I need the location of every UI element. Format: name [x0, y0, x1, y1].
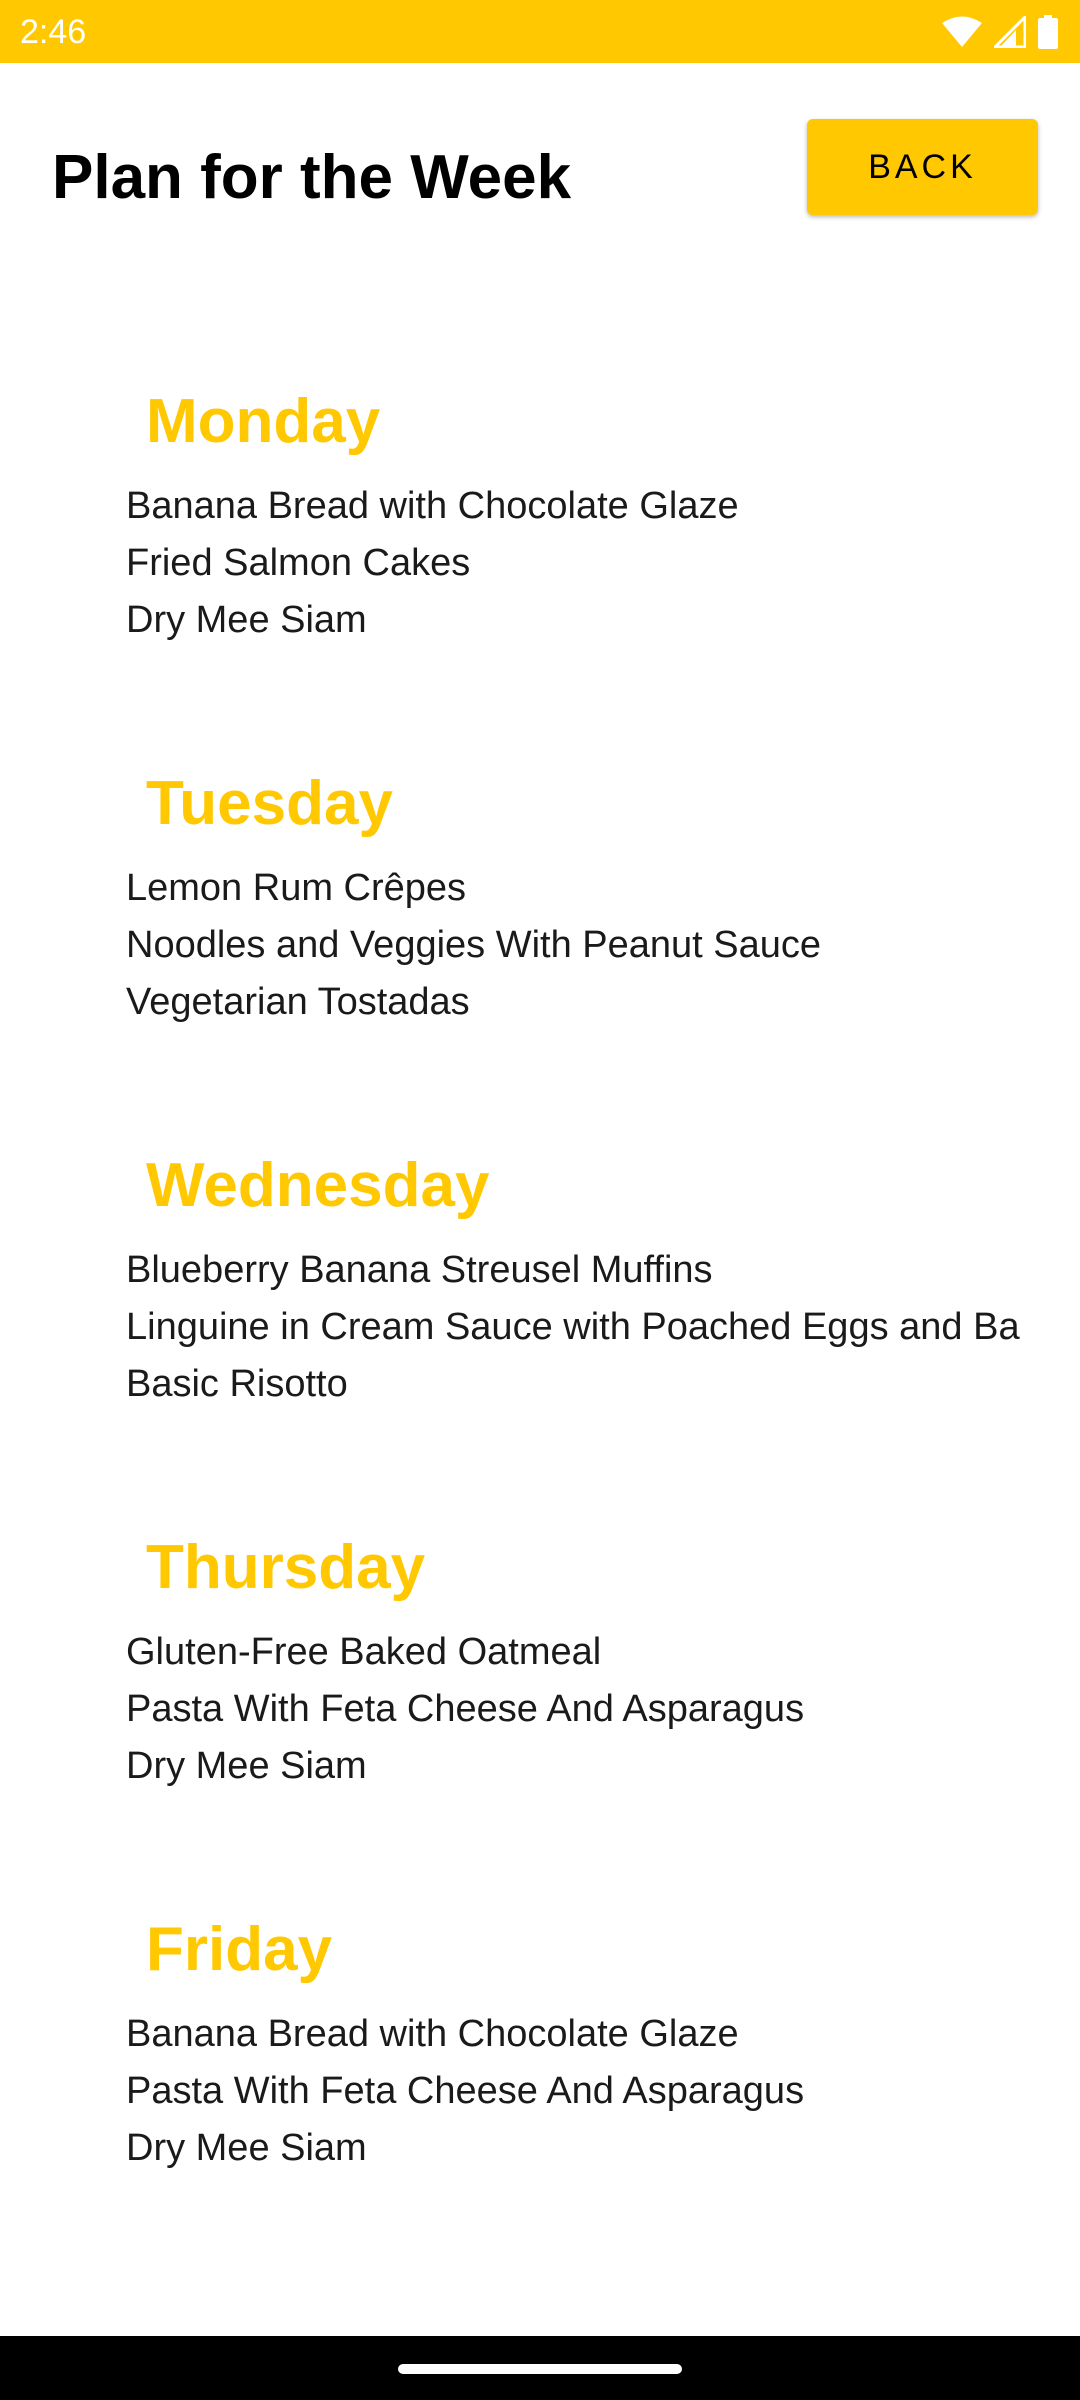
- meal-item: Linguine in Cream Sauce with Poached Egg…: [126, 1306, 1020, 1348]
- day-section-friday: Friday Banana Bread with Chocolate Glaze…: [0, 1912, 1080, 2212]
- page-title: Plan for the Week: [52, 143, 572, 212]
- meal-list: Blueberry Banana Streusel Muffins Lingui…: [126, 1242, 1020, 1413]
- day-heading: Friday: [146, 1915, 333, 1984]
- signal-icon: [994, 16, 1026, 48]
- meal-item: Dry Mee Siam: [126, 599, 367, 641]
- day-section-monday: Monday Banana Bread with Chocolate Glaze…: [0, 384, 1080, 684]
- meal-item: Banana Bread with Chocolate Glaze: [126, 485, 739, 527]
- status-bar: 2:46: [0, 0, 1080, 63]
- meal-item: Gluten-Free Baked Oatmeal: [126, 1631, 602, 1673]
- home-gesture-handle[interactable]: [398, 2364, 682, 2374]
- meal-item: Fried Salmon Cakes: [126, 542, 471, 584]
- meal-list: Banana Bread with Chocolate Glaze Pasta …: [126, 2006, 804, 2177]
- battery-icon: [1038, 15, 1058, 49]
- navigation-bar: [0, 2336, 1080, 2400]
- day-heading: Thursday: [146, 1533, 426, 1602]
- meal-item: Vegetarian Tostadas: [126, 981, 470, 1023]
- meal-item: Noodles and Veggies With Peanut Sauce: [126, 924, 822, 966]
- meal-list: Gluten-Free Baked Oatmeal Pasta With Fet…: [126, 1624, 804, 1795]
- meal-item: Lemon Rum Crêpes: [126, 867, 467, 909]
- meal-item: Dry Mee Siam: [126, 1745, 367, 1787]
- day-heading: Wednesday: [146, 1151, 490, 1220]
- wifi-icon: [942, 16, 982, 48]
- day-section-tuesday: Tuesday Lemon Rum Crêpes Noodles and Veg…: [0, 766, 1080, 1066]
- meal-item: Pasta With Feta Cheese And Asparagus: [126, 1688, 805, 1730]
- status-icons: [942, 12, 1058, 52]
- day-section-thursday: Thursday Gluten-Free Baked Oatmeal Pasta…: [0, 1530, 1080, 1830]
- day-heading: Monday: [146, 387, 381, 456]
- meal-item: Banana Bread with Chocolate Glaze: [126, 2013, 739, 2055]
- day-section-wednesday: Wednesday Blueberry Banana Streusel Muff…: [0, 1148, 1080, 1448]
- meal-list: Lemon Rum Crêpes Noodles and Veggies Wit…: [126, 860, 821, 1031]
- meal-list: Banana Bread with Chocolate Glaze Fried …: [126, 478, 739, 649]
- meal-item: Basic Risotto: [126, 1363, 348, 1405]
- status-time: 2:46: [20, 13, 87, 51]
- meal-item: Blueberry Banana Streusel Muffins: [126, 1249, 713, 1291]
- back-button[interactable]: BACK: [807, 119, 1038, 215]
- meal-item: Dry Mee Siam: [126, 2127, 367, 2169]
- day-heading: Tuesday: [146, 769, 393, 838]
- meal-item: Pasta With Feta Cheese And Asparagus: [126, 2070, 805, 2112]
